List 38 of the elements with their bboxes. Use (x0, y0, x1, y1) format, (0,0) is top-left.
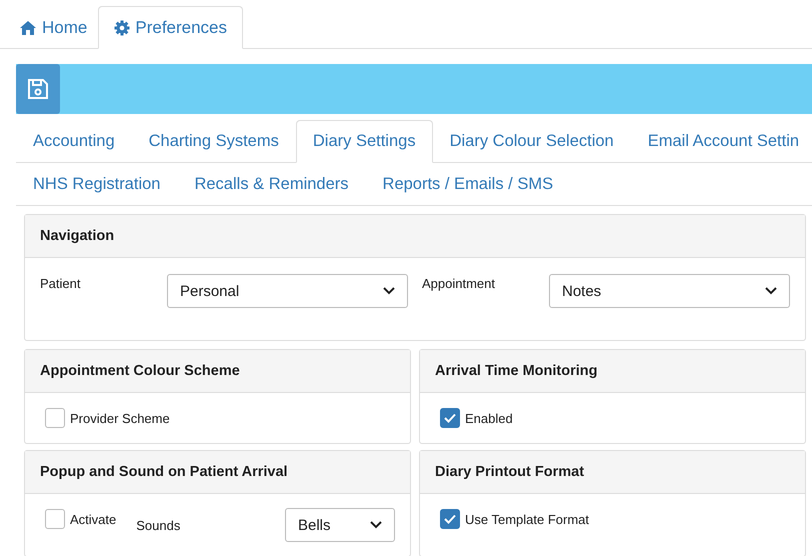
checkmark-icon (443, 412, 457, 424)
settings-tab[interactable]: NHS Registration (16, 163, 178, 206)
checkbox[interactable] (45, 408, 65, 428)
dropdown[interactable]: Personal (167, 274, 408, 308)
dropdown[interactable]: Bells (285, 508, 395, 542)
settings-tab[interactable]: Accounting (16, 120, 132, 163)
field-label: Appointment (422, 275, 496, 293)
checkbox-label: Provider Scheme (70, 410, 170, 426)
settings-tab[interactable]: Charting Systems (132, 120, 296, 163)
top-tab[interactable]: Home (8, 6, 98, 49)
panel-title: Popup and Sound on Patient Arrival (40, 464, 288, 480)
panel-title: Navigation (40, 228, 114, 244)
checkbox-label: Activate (70, 512, 116, 526)
checkmark-icon (443, 513, 457, 525)
chevron-down-icon (370, 521, 382, 529)
field-label: Patient (40, 275, 82, 293)
settings-tab[interactable]: Diary Colour Selection (432, 120, 631, 163)
settings-tab[interactable]: Reports / Emails / SMS (366, 163, 570, 206)
chevron-down-icon (383, 287, 395, 295)
checkbox-label: Use Template Format (465, 512, 590, 526)
checkbox[interactable] (45, 509, 65, 529)
settings-icon (114, 20, 130, 36)
panel-title: Arrival Time Monitoring (435, 363, 598, 379)
settings-tab[interactable]: Diary Settings (296, 120, 433, 163)
checkbox-label: Enabled (465, 410, 513, 426)
top-tab[interactable]: Preferences (98, 6, 244, 49)
settings-tab[interactable]: Email Account Settin (630, 120, 812, 163)
field-label: Sounds (136, 518, 180, 532)
checkbox[interactable] (440, 408, 460, 428)
home-icon (19, 20, 37, 36)
dropdown[interactable]: Notes (549, 274, 790, 308)
panel-title: Appointment Colour Scheme (40, 363, 240, 379)
save-icon (27, 78, 49, 100)
save-button[interactable] (16, 64, 60, 114)
chevron-down-icon (765, 287, 777, 295)
checkbox[interactable] (440, 509, 460, 529)
settings-tab[interactable]: Recalls & Reminders (177, 163, 366, 206)
panel-title: Diary Printout Format (435, 464, 584, 480)
